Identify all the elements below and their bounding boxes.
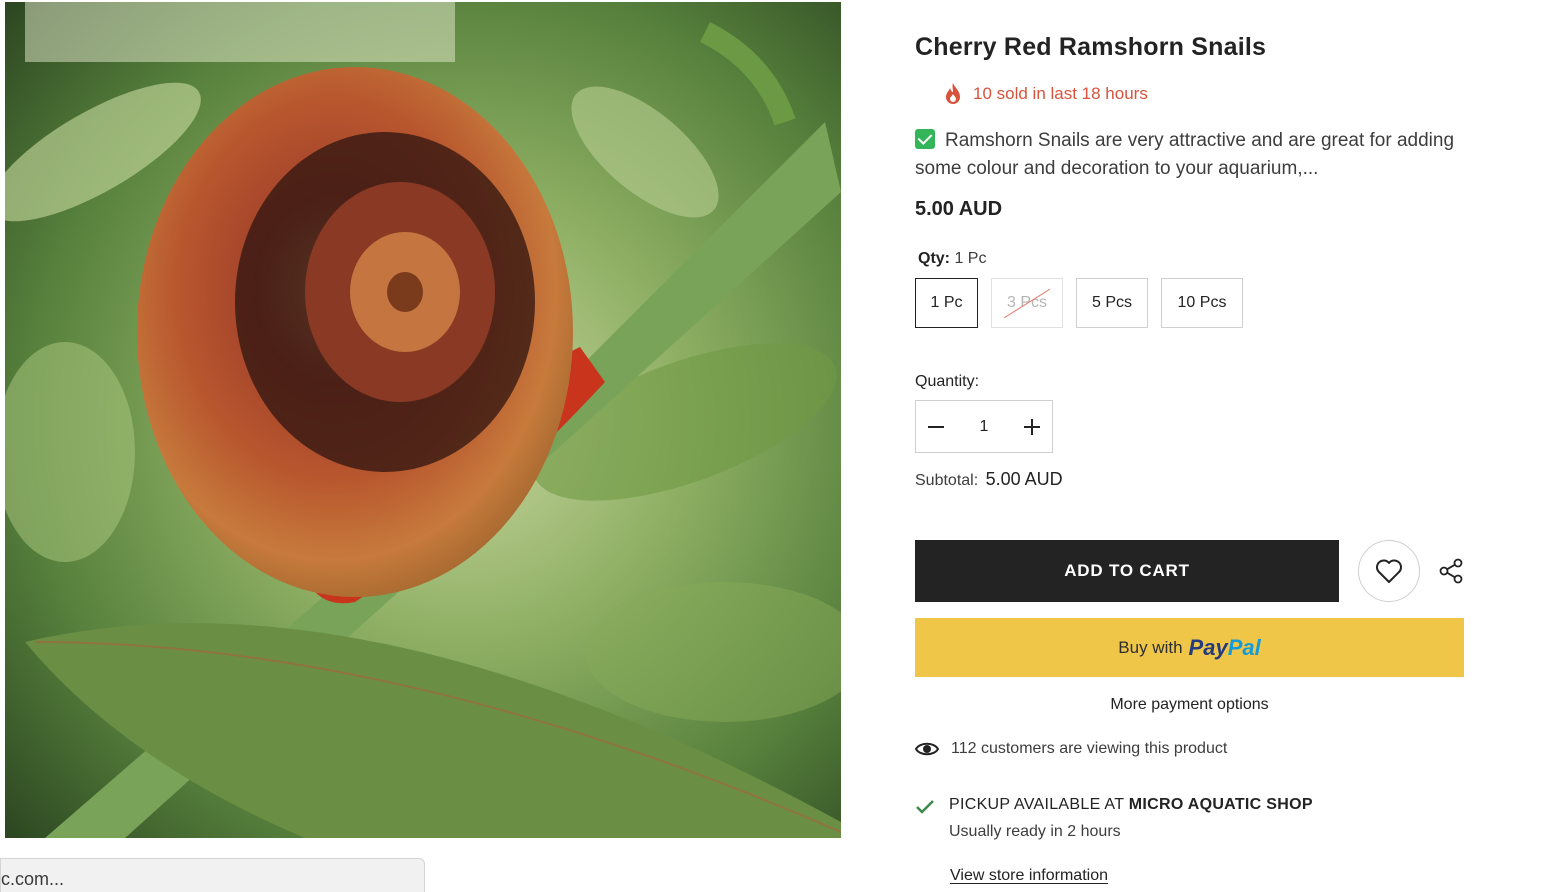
product-description: Ramshorn Snails are very attractive and … xyxy=(915,127,1455,183)
share-icon xyxy=(1439,558,1463,584)
variant-swatches: 1 Pc 3 Pcs 5 Pcs 10 Pcs xyxy=(915,278,1243,328)
swatch-label: 5 Pcs xyxy=(1091,294,1132,311)
decrease-quantity-button[interactable] xyxy=(916,401,956,452)
description-text: Ramshorn Snails are very attractive and … xyxy=(915,130,1455,179)
subtotal-value: 5.00 AUD xyxy=(985,469,1063,489)
product-info: Cherry Red Ramshorn Snails 10 sold in la… xyxy=(915,0,1475,892)
pickup-store: MICRO AQUATIC SHOP xyxy=(1128,796,1313,813)
sold-text: 10 sold in last 18 hours xyxy=(973,84,1148,103)
paypal-prefix: Buy with xyxy=(1118,637,1183,657)
minus-icon xyxy=(928,425,944,428)
increase-quantity-button[interactable] xyxy=(1012,401,1052,452)
product-image[interactable] xyxy=(5,2,841,838)
heart-icon xyxy=(1376,559,1402,583)
add-to-cart-button[interactable]: ADD TO CART xyxy=(915,540,1339,602)
swatch-label: 10 Pcs xyxy=(1177,294,1227,311)
quantity-label: Quantity: xyxy=(915,373,980,390)
product-price: 5.00 AUD xyxy=(915,198,1003,220)
swatch-label: 3 Pcs xyxy=(1006,294,1047,311)
variant-selected: 1 Pc xyxy=(954,250,987,267)
subtotal: Subtotal: 5.00 AUD xyxy=(915,469,1063,490)
pickup-ready: Usually ready in 2 hours xyxy=(949,823,1121,840)
viewers-text: 112 customers are viewing this product xyxy=(951,740,1228,757)
swatch-1-pc[interactable]: 1 Pc xyxy=(915,278,978,328)
swatch-10-pcs[interactable]: 10 Pcs xyxy=(1161,278,1243,328)
viewers-notice: 112 customers are viewing this product xyxy=(915,740,1227,758)
browser-status-bar: c.com... xyxy=(0,858,425,892)
pickup-prefix: PICKUP AVAILABLE AT xyxy=(949,796,1124,813)
swatch-label: 1 Pc xyxy=(930,294,963,311)
pickup-line: PICKUP AVAILABLE AT MICRO AQUATIC SHOP xyxy=(949,796,1313,814)
paypal-button[interactable]: Buy with PayPal xyxy=(915,618,1464,677)
variant-label: Qty: 1 Pc xyxy=(918,250,986,268)
plus-icon xyxy=(1024,418,1040,435)
quantity-stepper: 1 xyxy=(915,400,1053,453)
checkmark-icon xyxy=(916,800,934,814)
snail-photo xyxy=(5,2,841,838)
check-icon xyxy=(915,129,935,149)
share-button[interactable] xyxy=(1437,557,1465,585)
quantity-input[interactable]: 1 xyxy=(964,418,1004,436)
sold-counter: 10 sold in last 18 hours xyxy=(943,82,1148,106)
status-url: c.com... xyxy=(1,869,65,889)
wishlist-button[interactable] xyxy=(1358,540,1420,602)
view-store-information-link[interactable]: View store information xyxy=(950,867,1108,885)
eye-icon xyxy=(915,742,939,756)
pickup-availability: PICKUP AVAILABLE AT MICRO AQUATIC SHOP U… xyxy=(915,796,1313,841)
variant-label-name: Qty: xyxy=(918,250,950,267)
paypal-logo-pay: Pay xyxy=(1188,634,1228,660)
fire-icon xyxy=(946,83,960,104)
more-payment-options-link[interactable]: More payment options xyxy=(915,696,1464,714)
subtotal-label: Subtotal: xyxy=(915,472,979,489)
product-title: Cherry Red Ramshorn Snails xyxy=(915,33,1267,61)
swatch-3-pcs[interactable]: 3 Pcs xyxy=(991,278,1063,328)
swatch-5-pcs[interactable]: 5 Pcs xyxy=(1076,278,1148,328)
paypal-logo: PayPal xyxy=(1189,635,1261,661)
paypal-logo-pal: Pal xyxy=(1227,634,1261,660)
